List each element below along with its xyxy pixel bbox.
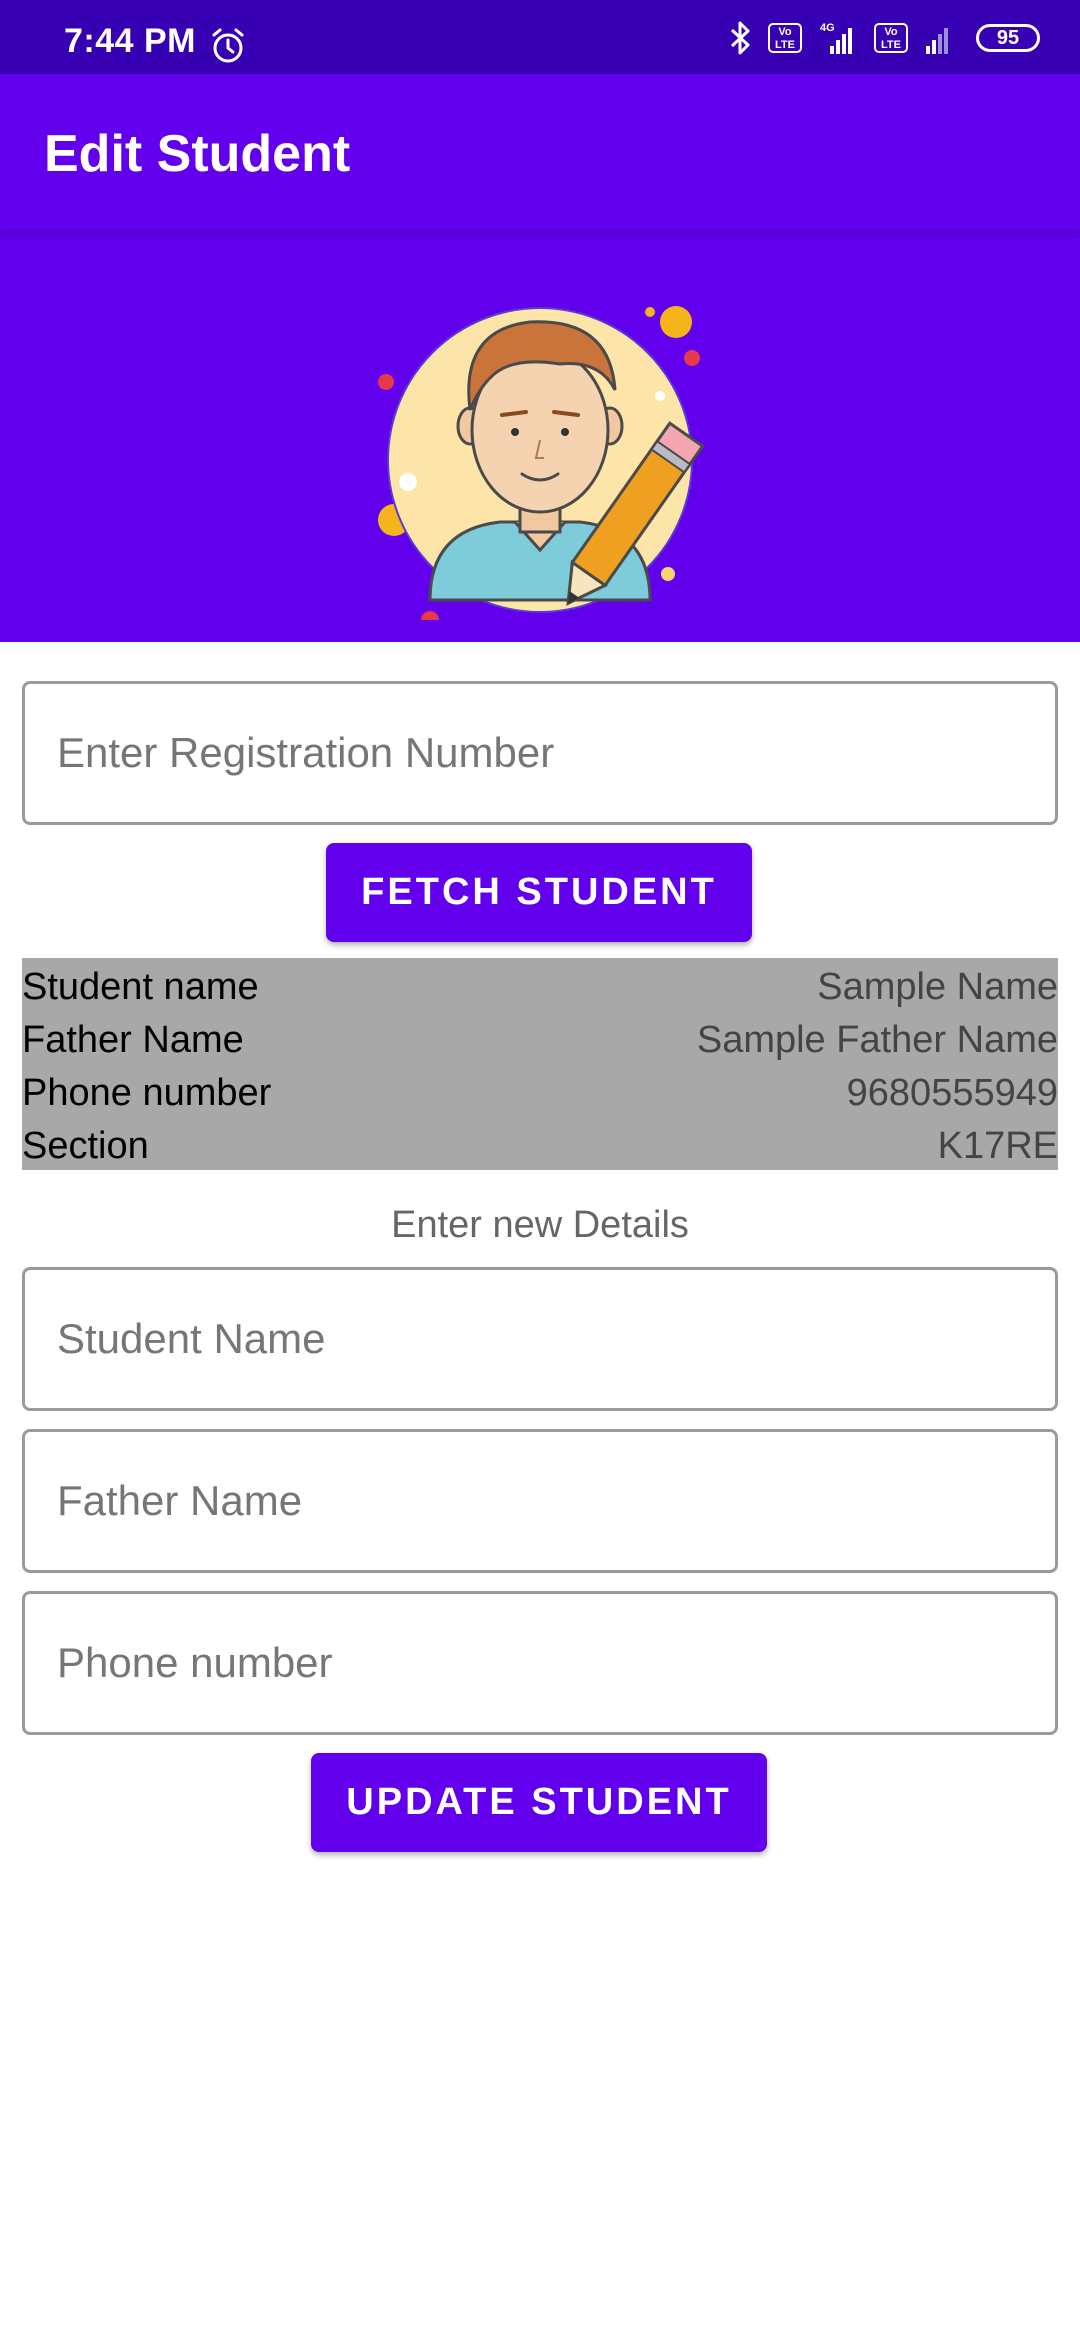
page-title: Edit Student (44, 125, 351, 183)
student-avatar-illustration (378, 306, 705, 620)
app-bar: Edit Student (0, 74, 1080, 230)
info-value: Sample Name (817, 966, 1058, 1008)
student-name-input[interactable] (25, 1270, 1055, 1408)
info-label: Student name (22, 966, 259, 1008)
phone-number-input[interactable] (25, 1594, 1055, 1732)
new-details-heading: Enter new Details (391, 1204, 689, 1246)
student-info-panel: Student name Sample Name Father Name Sam… (22, 958, 1058, 1170)
signal-icon: 4G (820, 22, 852, 54)
info-row-student-name: Student name Sample Name (22, 958, 1058, 1011)
info-row-phone: Phone number 9680555949 (22, 1064, 1058, 1117)
battery-icon: 95 (976, 24, 1040, 52)
info-label: Section (22, 1125, 149, 1167)
father-name-input[interactable] (25, 1432, 1055, 1570)
info-value: K17RE (937, 1125, 1058, 1167)
info-label: Phone number (22, 1072, 272, 1114)
info-row-section: Section K17RE (22, 1117, 1058, 1170)
bluetooth-icon (730, 21, 750, 55)
update-student-button[interactable]: UPDATE STUDENT (311, 1753, 767, 1852)
registration-input[interactable] (25, 684, 1055, 822)
info-row-father-name: Father Name Sample Father Name (22, 1011, 1058, 1064)
hero-banner (0, 230, 1080, 642)
signal-icon-2 (926, 28, 948, 54)
status-time: 7:44 PM (64, 22, 196, 60)
status-bar: 7:44 PM Vo LTE 4G Vo LTE 95 (0, 0, 1080, 74)
phone-number-field[interactable] (22, 1591, 1058, 1735)
volte-badge-2: Vo LTE (874, 23, 908, 53)
info-value: 9680555949 (846, 1072, 1058, 1114)
status-icons: Vo LTE 4G Vo LTE 95 (728, 18, 1040, 58)
alarm-icon (212, 28, 244, 63)
student-name-field[interactable] (22, 1267, 1058, 1411)
info-label: Father Name (22, 1019, 244, 1061)
info-value: Sample Father Name (696, 1019, 1058, 1061)
svg-text:4G: 4G (820, 22, 835, 34)
volte-badge: Vo LTE (768, 23, 802, 53)
registration-field[interactable] (22, 681, 1058, 825)
fetch-student-button[interactable]: FETCH STUDENT (326, 843, 752, 942)
father-name-field[interactable] (22, 1429, 1058, 1573)
